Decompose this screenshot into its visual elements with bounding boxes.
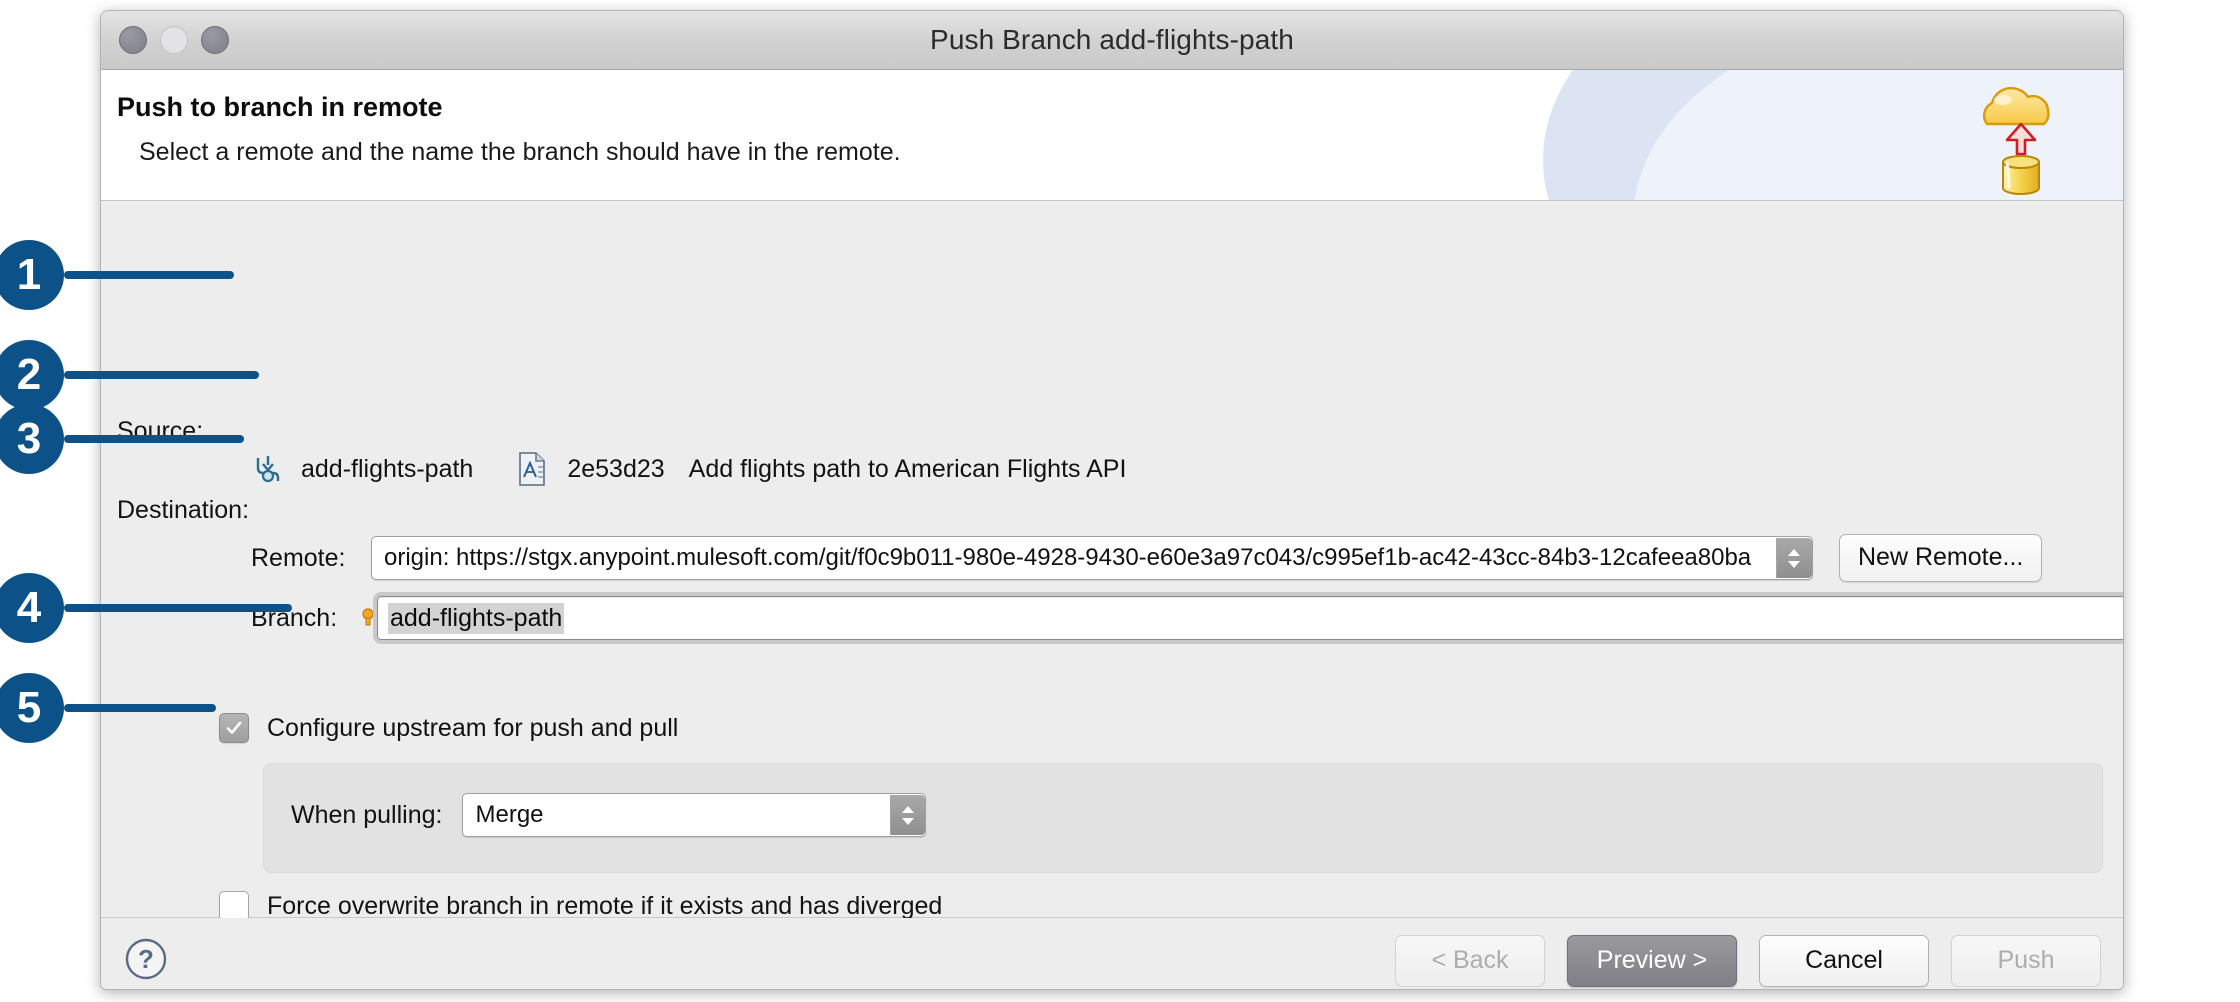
new-remote-button[interactable]: New Remote... [1839, 534, 2042, 582]
branch-row: Branch: add-flights-path [251, 596, 2124, 640]
callout-marker-1: 1 [0, 240, 234, 310]
destination-label: Destination: [117, 496, 249, 525]
banner-heading: Push to branch in remote [117, 92, 443, 123]
push-button[interactable]: Push [1951, 935, 2101, 987]
git-branch-icon [251, 452, 285, 486]
banner-subheading: Select a remote and the name the branch … [139, 138, 901, 167]
preview-button[interactable]: Preview > [1567, 935, 1737, 987]
source-commit-id: 2e53d23 [567, 455, 664, 484]
close-window-icon[interactable] [119, 26, 147, 54]
commit-document-icon [517, 451, 547, 487]
remote-label: Remote: [251, 544, 371, 573]
remote-select[interactable]: origin: https://stgx.anypoint.mulesoft.c… [371, 536, 1813, 580]
when-pulling-selected-value: Merge [463, 801, 890, 829]
callout-leader-line [64, 604, 292, 612]
configure-upstream-label: Configure upstream for push and pull [267, 714, 678, 743]
callout-badge-number: 1 [0, 240, 64, 310]
source-branch-name: add-flights-path [301, 455, 473, 484]
remote-stepper-arrows-icon[interactable] [1776, 538, 1812, 578]
force-overwrite-label: Force overwrite branch in remote if it e… [267, 892, 942, 921]
force-overwrite-checkbox-row[interactable]: Force overwrite branch in remote if it e… [219, 891, 942, 921]
callout-leader-line [64, 371, 259, 379]
help-question-icon[interactable]: ? [123, 936, 169, 982]
content-assist-bulb-icon [361, 607, 375, 629]
callout-badge-number: 4 [0, 573, 64, 643]
svg-text:?: ? [138, 944, 154, 974]
when-pulling-row: When pulling: Merge [291, 793, 926, 837]
branch-input-value: add-flights-path [388, 603, 564, 634]
dialog-content: Source: add-flights-path 2e53d [101, 201, 2123, 918]
when-pulling-label: When pulling: [291, 801, 442, 830]
callout-badge-number: 5 [0, 673, 64, 743]
callout-marker-3: 3 [0, 404, 244, 474]
cloud-upload-database-icon [1955, 78, 2073, 198]
callout-leader-line [64, 271, 234, 279]
configure-upstream-checkbox-row[interactable]: Configure upstream for push and pull [219, 713, 678, 743]
window-title-bar[interactable]: Push Branch add-flights-path [101, 11, 2123, 70]
back-button[interactable]: < Back [1395, 935, 1545, 987]
callout-badge-number: 2 [0, 340, 64, 410]
zoom-window-icon[interactable] [201, 26, 229, 54]
push-branch-dialog: Push Branch add-flights-path Push to bra… [100, 10, 2124, 990]
callout-marker-4: 4 [0, 573, 292, 643]
callout-badge-number: 3 [0, 404, 64, 474]
branch-input[interactable]: add-flights-path [377, 596, 2124, 640]
dialog-footer: ? < Back Preview > Cancel Push [101, 918, 2123, 990]
footer-buttons: < Back Preview > Cancel Push [1395, 935, 2101, 987]
callout-leader-line [64, 435, 244, 443]
when-pulling-stepper-arrows-icon[interactable] [890, 795, 926, 835]
callout-marker-5: 5 [0, 673, 216, 743]
window-title: Push Branch add-flights-path [930, 24, 1294, 56]
window-controls [119, 11, 229, 69]
source-commit-message: Add flights path to American Flights API [689, 455, 1127, 484]
configure-upstream-checkbox[interactable] [219, 713, 249, 743]
cancel-button[interactable]: Cancel [1759, 935, 1929, 987]
callout-marker-2: 2 [0, 340, 259, 410]
remote-row: Remote: origin: https://stgx.anypoint.mu… [251, 534, 2042, 582]
callout-leader-line [64, 704, 216, 712]
when-pulling-select[interactable]: Merge [462, 793, 926, 837]
remote-selected-value: origin: https://stgx.anypoint.mulesoft.c… [372, 544, 1776, 572]
wizard-banner: Push to branch in remote Select a remote… [101, 70, 2123, 201]
minimize-window-icon[interactable] [160, 26, 188, 54]
force-overwrite-checkbox[interactable] [219, 891, 249, 921]
source-row: add-flights-path 2e53d23 Add flights pat… [251, 451, 1126, 487]
